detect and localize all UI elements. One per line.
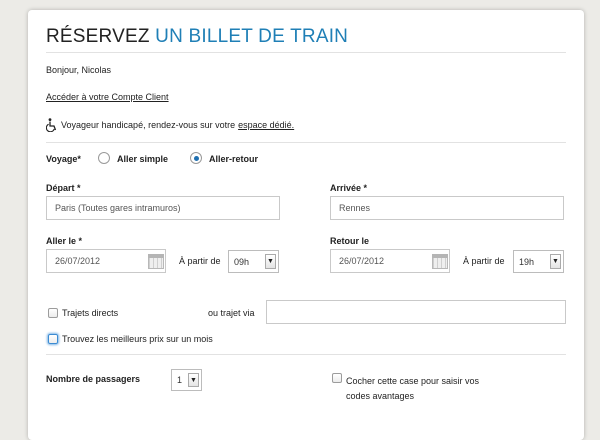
greeting-text: Bonjour, Nicolas (46, 65, 112, 75)
depart-input[interactable]: Paris (Toutes gares intramuros) (46, 196, 280, 220)
booking-card: RÉSERVEZ UN BILLET DE TRAIN Bonjour, Nic… (28, 10, 584, 440)
aller-label: Aller le * (46, 236, 83, 246)
retour-label: Retour le (330, 236, 370, 246)
direct-checkbox[interactable] (48, 308, 58, 318)
passengers-value: 1 (177, 375, 183, 385)
depart-label: Départ * (46, 183, 81, 193)
best-price-label: Trouvez les meilleurs prix sur un mois (62, 334, 213, 344)
divider (46, 354, 566, 355)
aller-retour-label: Aller-retour (209, 154, 259, 164)
passengers-select[interactable]: 1 ▼ (171, 369, 202, 391)
calendar-icon[interactable] (432, 254, 448, 269)
retour-hour-select[interactable]: 19h ▼ (513, 250, 564, 273)
via-label: ou trajet via (208, 308, 255, 318)
chevron-down-icon: ▼ (265, 254, 276, 269)
accessibility-text: Voyageur handicapé, rendez-vous sur votr… (61, 120, 236, 130)
direct-label: Trajets directs (62, 308, 119, 318)
aller-from-label: À partir de (179, 256, 221, 266)
arrivee-label: Arrivée * (330, 183, 368, 193)
calendar-icon[interactable] (148, 254, 164, 269)
promo-label: Cocher cette case pour saisir vos codes … (346, 374, 479, 404)
retour-from-label: À partir de (463, 256, 505, 266)
page-title: RÉSERVEZ UN BILLET DE TRAIN (46, 26, 348, 48)
voyage-label: Voyage* (46, 154, 81, 164)
radio-aller-simple[interactable] (98, 152, 110, 164)
wheelchair-icon (45, 118, 59, 133)
title-part-2: UN BILLET DE TRAIN (155, 26, 349, 47)
arrivee-input[interactable]: Rennes (330, 196, 564, 220)
aller-hour-select[interactable]: 09h ▼ (228, 250, 279, 273)
best-price-checkbox[interactable] (48, 334, 58, 344)
radio-aller-retour[interactable] (190, 152, 202, 164)
accessibility-row: Voyageur handicapé, rendez-vous sur votr… (45, 118, 294, 133)
promo-checkbox[interactable] (332, 373, 342, 383)
via-input[interactable] (266, 300, 566, 324)
accessibility-link[interactable]: espace dédié. (238, 120, 294, 130)
divider (46, 52, 566, 53)
promo-label-line2: codes avantages (346, 391, 415, 401)
divider (46, 142, 566, 143)
chevron-down-icon: ▼ (188, 373, 199, 387)
aller-hour-value: 09h (234, 256, 250, 267)
account-link[interactable]: Accéder à votre Compte Client (46, 92, 169, 102)
aller-simple-label: Aller simple (117, 154, 169, 164)
promo-label-line1: Cocher cette case pour saisir vos (346, 376, 480, 386)
retour-hour-value: 19h (519, 256, 535, 267)
passengers-label: Nombre de passagers (46, 374, 141, 384)
chevron-down-icon: ▼ (550, 254, 561, 269)
title-part-1: RÉSERVEZ (46, 26, 150, 47)
